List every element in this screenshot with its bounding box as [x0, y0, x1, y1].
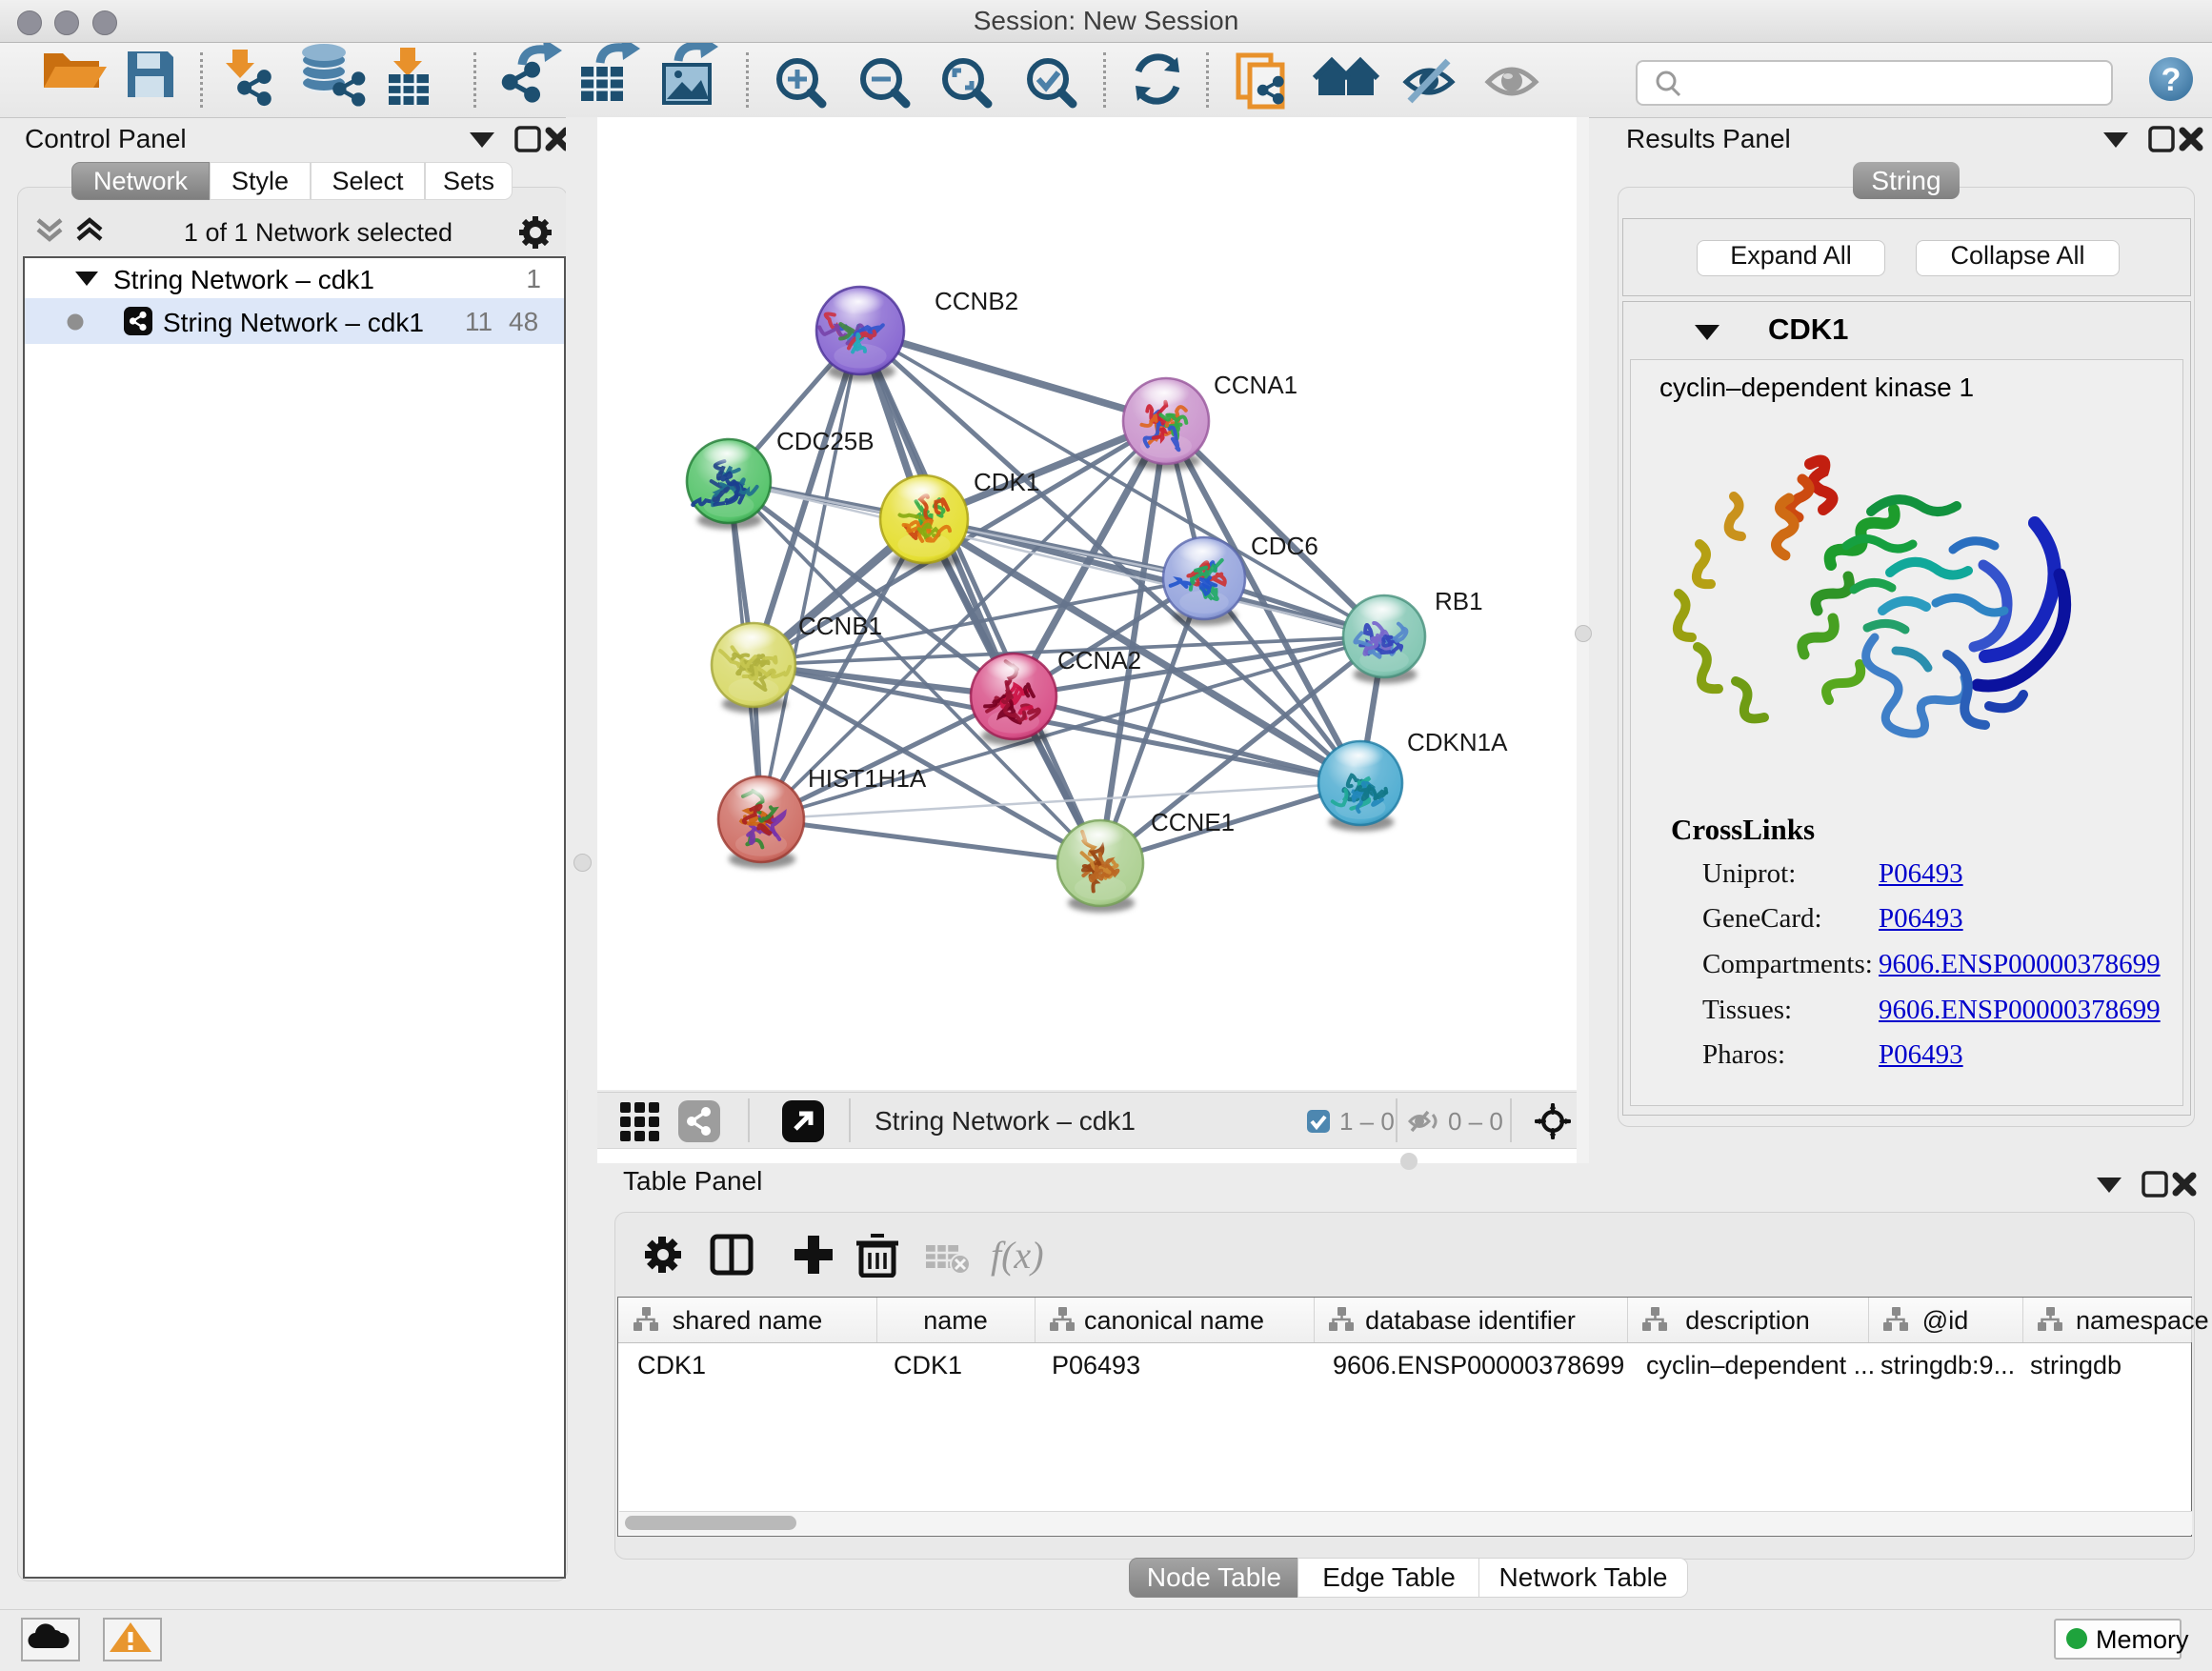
svg-text:CCNA2: CCNA2	[1057, 646, 1141, 674]
svg-text:CCNE1: CCNE1	[1151, 808, 1235, 836]
svg-text:CDK1: CDK1	[974, 468, 1039, 496]
svg-text:CDC25B: CDC25B	[776, 427, 875, 455]
svg-text:HIST1H1A: HIST1H1A	[808, 764, 927, 793]
svg-text:CDC6: CDC6	[1251, 532, 1318, 560]
svg-text:CCNB2: CCNB2	[935, 287, 1018, 315]
svg-text:f(x): f(x)	[991, 1234, 1044, 1277]
svg-text:CCNB1: CCNB1	[798, 612, 882, 640]
svg-text:?: ?	[2162, 62, 2182, 98]
svg-text:RB1: RB1	[1435, 587, 1483, 615]
svg-text:CDKN1A: CDKN1A	[1407, 728, 1508, 756]
svg-text:CCNA1: CCNA1	[1214, 371, 1297, 399]
